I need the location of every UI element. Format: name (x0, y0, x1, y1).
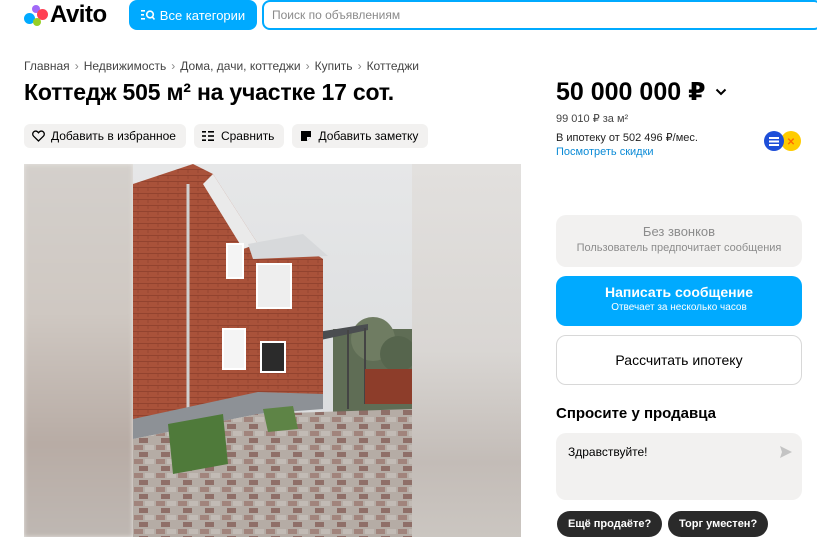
add-note-label: Добавить заметку (318, 129, 419, 143)
add-to-favorites-button[interactable]: Добавить в избранное (24, 124, 186, 148)
write-message-button[interactable]: Написать сообщение Отвечает за несколько… (556, 276, 802, 326)
no-calls-notice: Без звонков Пользователь предпочитает со… (556, 215, 802, 267)
logo-text: Avito (50, 1, 107, 28)
compare-icon (201, 131, 214, 141)
chevron-right-icon: › (74, 59, 79, 73)
mortgage-text: В ипотеку от 502 496 ₽/мес. (556, 132, 698, 144)
all-categories-button[interactable]: Все категории (129, 0, 257, 30)
listing-actions: Добавить в избранное Сравнить Добавить з… (24, 124, 429, 148)
breadcrumb-item-houses[interactable]: Дома, дачи, коттеджи (180, 59, 300, 73)
price-per-sqm: 99 010 ₽ за м² (556, 113, 629, 125)
photo-gallery[interactable] (24, 164, 521, 537)
chevron-right-icon: › (305, 59, 310, 73)
breadcrumb-item-home[interactable]: Главная (24, 59, 70, 73)
gallery-blur-right (412, 164, 521, 537)
ask-seller-message-text[interactable]: Здравствуйте! (568, 445, 648, 459)
house-photo-image (133, 164, 412, 537)
gallery-blur-left (24, 164, 133, 537)
price-block[interactable]: 50 000 000 ₽ (556, 77, 727, 107)
ask-seller-message-box[interactable]: Здравствуйте! (556, 433, 802, 500)
send-icon[interactable] (779, 445, 793, 459)
chevron-right-icon: › (171, 59, 176, 73)
breadcrumb-item-realty[interactable]: Недвижимость (84, 59, 167, 73)
compare-label: Сравнить (220, 129, 275, 143)
add-note-button[interactable]: Добавить заметку (292, 124, 429, 148)
no-calls-subtitle: Пользователь предпочитает сообщения (576, 242, 782, 254)
write-message-subtitle: Отвечает за несколько часов (611, 302, 747, 313)
breadcrumb: Главная › Недвижимость › Дома, дачи, кот… (24, 59, 419, 73)
page-title: Коттедж 505 м² на участке 17 сот. (24, 79, 394, 105)
bank-offer-badge-icon[interactable]: ✕ (763, 130, 803, 152)
breadcrumb-item-cottages[interactable]: Коттеджи (367, 59, 419, 73)
heart-icon (32, 130, 45, 142)
add-to-favorites-label: Добавить в избранное (51, 129, 176, 143)
avito-logo[interactable]: Avito (24, 1, 107, 28)
note-icon (301, 131, 312, 141)
calculate-mortgage-button[interactable]: Рассчитать ипотеку (556, 335, 802, 385)
quick-reply-bargain[interactable]: Торг уместен? (668, 511, 769, 537)
main-listing-photo[interactable] (133, 164, 412, 537)
logo-dots-icon (24, 4, 48, 26)
search-bar[interactable] (262, 0, 817, 30)
breadcrumb-item-buy[interactable]: Купить (315, 59, 353, 73)
chevron-down-icon[interactable] (715, 88, 727, 96)
top-header: Avito Все категории (0, 0, 817, 32)
price-value: 50 000 000 ₽ (556, 78, 706, 106)
ask-seller-title: Спросите у продавца (556, 405, 716, 422)
categories-search-icon (140, 10, 155, 21)
chevron-right-icon: › (357, 59, 362, 73)
write-message-label: Написать сообщение (604, 284, 754, 300)
quick-reply-still-selling[interactable]: Ещё продаёте? (557, 511, 663, 537)
search-input[interactable] (264, 2, 817, 28)
svg-text:✕: ✕ (787, 137, 795, 148)
compare-button[interactable]: Сравнить (193, 124, 285, 148)
view-discounts-link[interactable]: Посмотреть скидки (556, 146, 654, 158)
all-categories-label: Все категории (159, 7, 246, 23)
no-calls-title: Без звонков (642, 224, 716, 239)
